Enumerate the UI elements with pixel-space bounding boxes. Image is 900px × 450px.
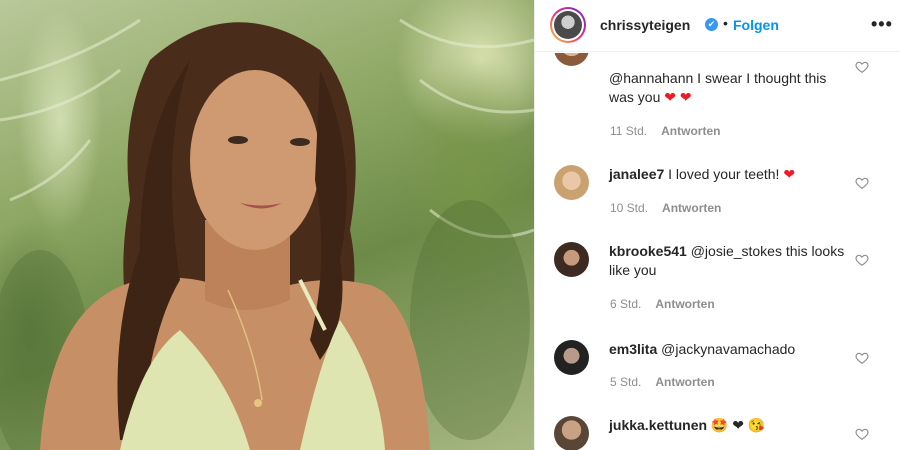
avatar[interactable] xyxy=(554,53,589,66)
comment-text: janalee7 I loved your teeth! ❤ xyxy=(609,165,849,184)
comment-body: @hannahann I swear I thought this was yo… xyxy=(609,70,827,105)
post-photo-illustration xyxy=(0,18,534,450)
comment-meta: 11 Std. Antworten xyxy=(610,124,720,138)
comment-time: 5 Std. xyxy=(610,375,642,389)
comment-username[interactable]: kbrooke541 xyxy=(609,243,687,259)
comment-username[interactable]: em3lita xyxy=(609,341,657,357)
post-photo[interactable] xyxy=(0,0,534,450)
comment-body: @jackynavamachado xyxy=(661,341,796,357)
comment-time: 11 Std. xyxy=(610,124,648,138)
reply-button[interactable]: Antworten xyxy=(662,201,721,215)
reply-button[interactable]: Antworten xyxy=(661,124,720,138)
comment-meta: 6 Std. Antworten xyxy=(610,297,715,311)
comment-meta: 10 Std. Antworten xyxy=(610,201,721,215)
heart-outline-icon[interactable] xyxy=(855,60,869,74)
heart-outline-icon[interactable] xyxy=(855,351,869,365)
avatar[interactable] xyxy=(554,165,589,200)
post-header: chrissyteigen ✔ • Folgen ••• xyxy=(535,0,900,52)
comment-time: 6 Std. xyxy=(610,297,642,311)
follow-button[interactable]: Folgen xyxy=(733,17,779,33)
heart-outline-icon[interactable] xyxy=(855,253,869,267)
comment-text: @hannahann I swear I thought this was yo… xyxy=(609,69,849,107)
comment-username[interactable]: jukka.kettunen xyxy=(609,417,707,433)
reply-button[interactable]: Antworten xyxy=(655,375,714,389)
heart-emoji-icon: ❤ xyxy=(783,166,796,182)
comment-body: I loved your teeth! xyxy=(668,166,780,182)
emoji-reaction: 🤩 ❤ 😘 xyxy=(710,417,766,433)
reply-button[interactable]: Antworten xyxy=(655,297,714,311)
comment-text: kbrooke541 @josie_stokes this looks like… xyxy=(609,242,849,280)
comment-text: jukka.kettunen 🤩 ❤ 😘 xyxy=(609,416,849,435)
heart-outline-icon[interactable] xyxy=(855,176,869,190)
avatar[interactable] xyxy=(554,242,589,277)
comment-time: 10 Std. xyxy=(610,201,649,215)
avatar[interactable] xyxy=(554,416,589,450)
comment-username[interactable]: janalee7 xyxy=(609,166,664,182)
comment-text: em3lita @jackynavamachado xyxy=(609,340,849,359)
header-separator: • xyxy=(723,15,728,31)
more-options-icon[interactable]: ••• xyxy=(871,14,893,35)
verified-badge-icon: ✔ xyxy=(705,18,718,31)
profile-username[interactable]: chrissyteigen xyxy=(600,17,690,33)
post-sidebar: chrissyteigen ✔ • Folgen ••• @hannahann … xyxy=(534,0,900,450)
profile-avatar[interactable] xyxy=(550,7,586,43)
heart-emoji-icon: ❤ ❤ xyxy=(664,89,692,105)
comment-list[interactable]: @hannahann I swear I thought this was yo… xyxy=(535,53,900,450)
comment-meta: 5 Std. Antworten xyxy=(610,375,715,389)
heart-outline-icon[interactable] xyxy=(855,427,869,441)
avatar[interactable] xyxy=(554,340,589,375)
